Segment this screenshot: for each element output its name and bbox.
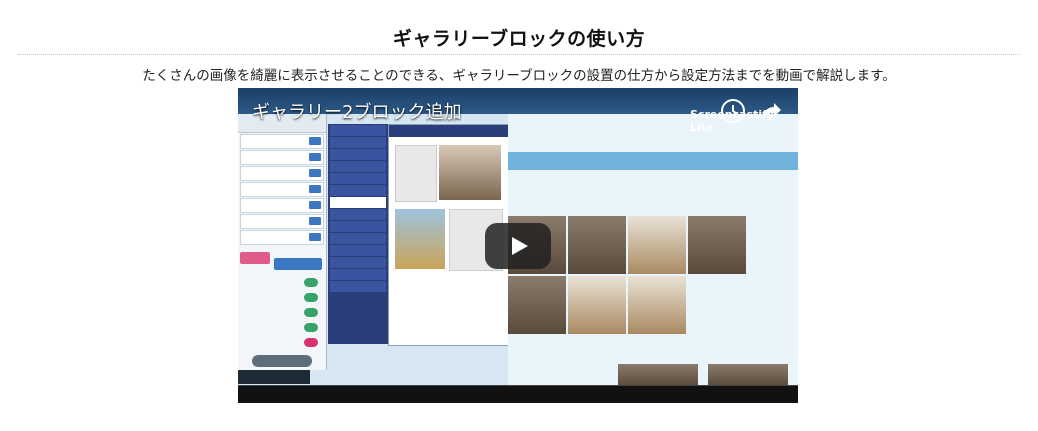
panel-row — [240, 198, 324, 213]
title-divider — [18, 54, 1020, 55]
site-nav — [508, 152, 798, 170]
player-controls — [238, 386, 798, 403]
panel-row — [240, 134, 324, 149]
panel-link — [242, 336, 322, 349]
website-preview — [508, 114, 798, 386]
section-description: たくさんの画像を綺麗に表示させることのできる、ギャラリーブロックの設置の仕方から… — [142, 68, 896, 84]
panel-row — [240, 166, 324, 181]
panel-close-button — [252, 355, 312, 367]
section-title: ギャラリーブロックの使い方 — [392, 28, 646, 50]
editor-bottom-toolbar — [238, 370, 310, 384]
editor-left-panel — [238, 114, 327, 370]
video-title[interactable]: ギャラリー2ブロック追加 — [252, 98, 461, 124]
panel-link — [242, 321, 322, 334]
panel-link — [242, 306, 322, 319]
screencastify-watermark: Screencastify Lite — [690, 108, 775, 134]
block-list — [328, 124, 388, 344]
panel-mode-row — [238, 246, 326, 274]
panel-link — [242, 276, 322, 289]
panel-link — [242, 291, 322, 304]
panel-row — [240, 182, 324, 197]
video-player[interactable]: ギャラリー2ブロック追加 Screencastify Lite — [238, 88, 798, 403]
panel-row — [240, 150, 324, 165]
panel-row — [240, 230, 324, 245]
panel-row — [240, 214, 324, 229]
play-button[interactable] — [485, 223, 551, 269]
